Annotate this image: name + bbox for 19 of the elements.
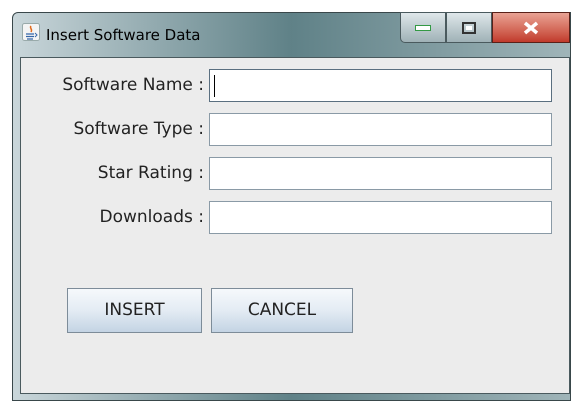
close-button[interactable] xyxy=(492,12,570,43)
window-title: Insert Software Data xyxy=(46,25,200,46)
field-label: Downloads : xyxy=(98,206,204,229)
text-cursor xyxy=(214,74,215,96)
field-label: Software Type : xyxy=(72,118,204,141)
minimize-button[interactable] xyxy=(400,12,446,43)
text-field[interactable] xyxy=(209,201,552,234)
cancel-button[interactable]: CANCEL xyxy=(211,288,353,333)
maximize-button[interactable] xyxy=(446,12,492,43)
minimize-icon xyxy=(415,24,431,30)
text-field[interactable] xyxy=(209,69,552,102)
close-icon xyxy=(523,20,539,34)
field-label: Star Rating : xyxy=(96,162,204,185)
text-field[interactable] xyxy=(209,157,552,190)
text-field[interactable] xyxy=(209,113,552,146)
insert-button[interactable]: INSERT xyxy=(67,288,202,333)
field-label: Software Name : xyxy=(61,74,204,97)
maximize-icon xyxy=(462,22,476,34)
java-app-icon xyxy=(22,23,40,41)
